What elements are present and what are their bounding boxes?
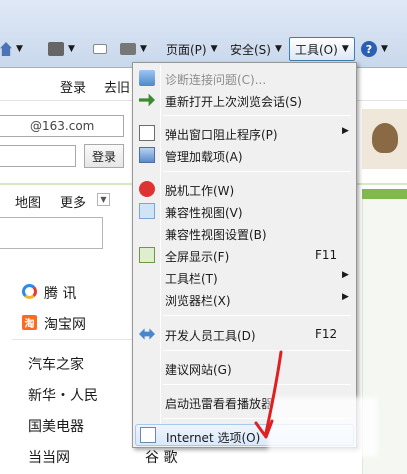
menu-separator bbox=[163, 315, 351, 316]
menu-item-label: 全屏显示(F) bbox=[165, 250, 230, 264]
chevron-down-icon: ▼ bbox=[274, 44, 282, 54]
reopen-session-icon bbox=[139, 93, 155, 107]
menu-item-diagnose: 诊断连接问题(C)... bbox=[135, 67, 354, 89]
safety-menu-button[interactable]: 安全(S) ▼ bbox=[230, 37, 282, 61]
menu-item-dev-tools[interactable]: 开发人员工具(D) F12 bbox=[135, 323, 354, 345]
print-button[interactable]: ▼ bbox=[120, 37, 147, 61]
compat-view-icon bbox=[139, 203, 155, 219]
chevron-down-icon: ▼ bbox=[381, 44, 388, 54]
menu-item-manage-addons[interactable]: 管理加载项(A) bbox=[135, 144, 354, 166]
menu-item-label: 诊断连接问题(C)... bbox=[165, 73, 267, 87]
chevron-down-icon: ▼ bbox=[68, 44, 75, 54]
chevron-down-icon: ▼ bbox=[210, 44, 218, 54]
register-link[interactable]: 去旧 bbox=[104, 77, 130, 96]
login-button[interactable]: 登录 bbox=[84, 144, 124, 168]
menu-item-compat-view[interactable]: 兼容性视图(V) bbox=[135, 200, 354, 222]
menu-item-shortcut: F11 bbox=[315, 248, 338, 262]
menu-item-label: 建议网站(G) bbox=[165, 363, 232, 377]
submenu-arrow-icon: ▶ bbox=[342, 126, 349, 136]
menu-item-label: 兼容性视图设置(B) bbox=[165, 228, 267, 242]
menu-item-label: Internet 选项(O) bbox=[166, 431, 261, 445]
command-bar: ▼ ▼ ▼ 页面(P) ▼ 安全(S) ▼ 工具(O) ▼ ? ▼ bbox=[0, 0, 407, 68]
site-link-qq[interactable]: 腾 讯 bbox=[44, 283, 76, 303]
menu-item-label: 兼容性视图(V) bbox=[165, 206, 243, 220]
menu-item-suggested-sites[interactable]: 建议网站(G) bbox=[135, 357, 354, 379]
popup-blocker-icon bbox=[139, 125, 155, 141]
menu-item-label: 弹出窗口阻止程序(P) bbox=[165, 128, 278, 142]
help-icon: ? bbox=[361, 41, 377, 57]
chevron-down-icon: ▼ bbox=[16, 44, 23, 54]
menu-item-label: 脱机工作(W) bbox=[165, 184, 235, 198]
menu-item-label: 浏览器栏(X) bbox=[165, 294, 231, 308]
page-menu-button[interactable]: 页面(P) ▼ bbox=[166, 37, 218, 61]
qq-logo-icon bbox=[22, 284, 37, 299]
feeds-button[interactable]: ▼ bbox=[48, 37, 75, 61]
site-link-xinhua[interactable]: 新华・人民 bbox=[28, 385, 98, 405]
taobao-logo-icon: 淘 bbox=[22, 315, 37, 330]
menu-item-compat-settings[interactable]: 兼容性视图设置(B) bbox=[135, 222, 354, 244]
menu-item-explorer-bars[interactable]: 浏览器栏(X) ▶ bbox=[135, 288, 354, 310]
tools-menu-button[interactable]: 工具(O) ▼ bbox=[289, 37, 355, 61]
menu-item-fullscreen[interactable]: 全屏显示(F) F11 bbox=[135, 244, 354, 266]
offline-icon bbox=[139, 181, 155, 197]
watermark-patch bbox=[268, 397, 378, 457]
menu-item-label: 开发人员工具(D) bbox=[165, 329, 256, 343]
side-panel-header bbox=[362, 189, 407, 199]
login-link[interactable]: 登录 bbox=[60, 77, 86, 96]
nav-more-link[interactable]: 更多 bbox=[60, 192, 86, 211]
menu-item-label: 工具栏(T) bbox=[165, 272, 218, 286]
mail-username-field[interactable]: @163.com bbox=[0, 115, 124, 137]
ad-image-figure bbox=[372, 123, 398, 153]
site-link-google[interactable]: 谷 歌 bbox=[145, 447, 177, 467]
fullscreen-icon bbox=[139, 247, 155, 263]
site-link-taobao[interactable]: 淘宝网 bbox=[44, 314, 86, 334]
submenu-arrow-icon: ▶ bbox=[342, 292, 349, 302]
search-input[interactable] bbox=[0, 217, 103, 249]
menu-item-label: 管理加载项(A) bbox=[165, 150, 243, 164]
site-link-gome[interactable]: 国美电器 bbox=[28, 416, 84, 436]
menu-separator bbox=[163, 115, 351, 116]
home-icon bbox=[0, 42, 12, 56]
nav-map-link[interactable]: 地图 bbox=[15, 192, 41, 211]
diagnose-icon bbox=[139, 70, 155, 86]
tools-menu-label: 工具(O) bbox=[295, 42, 338, 57]
manage-addons-icon bbox=[139, 147, 155, 163]
submenu-arrow-icon: ▶ bbox=[342, 270, 349, 280]
chevron-down-icon: ▼ bbox=[341, 44, 349, 54]
dev-tools-icon bbox=[139, 328, 155, 340]
menu-item-label: 启动迅雷看看播放器 bbox=[165, 397, 274, 411]
mail-icon bbox=[93, 44, 107, 54]
menu-item-work-offline[interactable]: 脱机工作(W) bbox=[135, 178, 354, 200]
menu-separator bbox=[163, 350, 351, 351]
home-button[interactable]: ▼ bbox=[0, 37, 23, 61]
print-icon bbox=[120, 43, 136, 55]
site-link-dangdang[interactable]: 当当网 bbox=[28, 447, 70, 467]
site-link-autohome[interactable]: 汽车之家 bbox=[28, 354, 84, 374]
mail-password-field[interactable] bbox=[0, 145, 76, 167]
safety-menu-label: 安全(S) bbox=[230, 42, 271, 57]
page-menu-label: 页面(P) bbox=[166, 42, 207, 57]
menu-item-shortcut: F12 bbox=[315, 327, 338, 341]
menu-item-label: 重新打开上次浏览会话(S) bbox=[165, 95, 302, 109]
menu-item-reopen-session[interactable]: 重新打开上次浏览会话(S) bbox=[135, 89, 354, 111]
menu-item-popup-blocker[interactable]: 弹出窗口阻止程序(P) ▶ bbox=[135, 122, 354, 144]
mail-domain-label: @163.com bbox=[30, 119, 95, 133]
chevron-down-icon: ▼ bbox=[140, 44, 147, 54]
chevron-down-icon[interactable]: ▼ bbox=[97, 193, 110, 206]
menu-separator bbox=[163, 171, 351, 172]
help-button[interactable]: ? ▼ bbox=[361, 37, 388, 61]
rss-icon bbox=[48, 42, 64, 56]
menu-separator bbox=[163, 384, 351, 385]
internet-options-icon bbox=[140, 427, 156, 443]
mail-button[interactable] bbox=[93, 37, 107, 61]
menu-item-toolbars[interactable]: 工具栏(T) ▶ bbox=[135, 266, 354, 288]
tools-dropdown-menu: 诊断连接问题(C)... 重新打开上次浏览会话(S) 弹出窗口阻止程序(P) ▶… bbox=[132, 62, 357, 448]
